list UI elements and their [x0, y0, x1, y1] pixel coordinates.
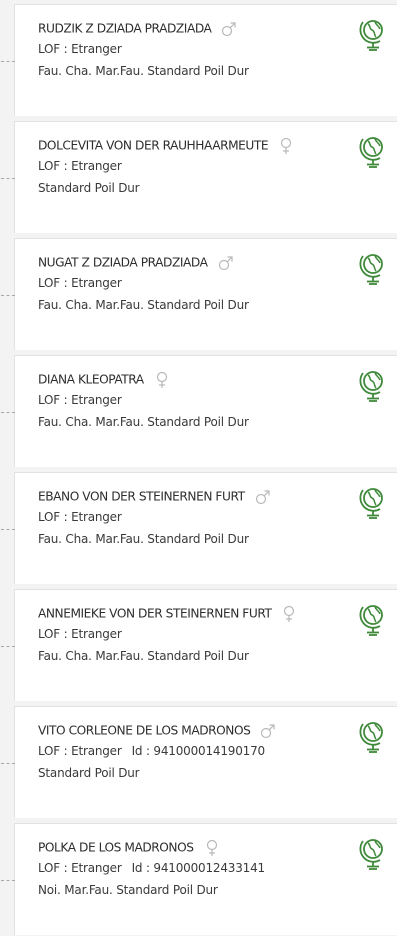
dog-card[interactable]: RUDZIK Z DZIADA PRADZIADA LOF : Etranger… — [1, 4, 397, 116]
pedigree-connector-line — [1, 295, 15, 296]
lof-text: LOF : Etranger — [38, 393, 122, 407]
dog-name[interactable]: NUGAT Z DZIADA PRADZIADA — [38, 256, 208, 270]
female-icon — [154, 371, 170, 389]
female-icon — [278, 137, 294, 155]
dog-name[interactable]: RUDZIK Z DZIADA PRADZIADA — [38, 22, 212, 36]
dog-name[interactable]: ANNEMIEKE VON DER STEINERNEN FURT — [38, 607, 272, 621]
dog-name[interactable]: EBANO VON DER STEINERNEN FURT — [38, 490, 245, 504]
dog-card[interactable]: ANNEMIEKE VON DER STEINERNEN FURT LOF : … — [1, 589, 397, 701]
dog-name-row: EBANO VON DER STEINERNEN FURT — [38, 486, 271, 504]
male-icon — [255, 488, 271, 506]
dog-details: Fau. Cha. Mar.Fau. Standard Poil Dur — [38, 532, 249, 546]
pedigree-connector-line — [1, 880, 15, 881]
pedigree-connector-line — [1, 763, 15, 764]
pedigree-connector-line — [1, 412, 15, 413]
globe-icon[interactable] — [358, 368, 388, 402]
female-icon — [281, 605, 297, 623]
dog-name[interactable]: DIANA KLEOPATRA — [38, 373, 144, 387]
pedigree-connector-line — [1, 646, 15, 647]
dog-name-row: RUDZIK Z DZIADA PRADZIADA — [38, 18, 237, 36]
lof-text: LOF : Etranger — [38, 627, 122, 641]
dog-name[interactable]: DOLCEVITA VON DER RAUHHAARMEUTE — [38, 139, 269, 153]
male-icon — [218, 254, 234, 272]
dog-details: Fau. Cha. Mar.Fau. Standard Poil Dur — [38, 64, 249, 78]
female-icon — [204, 839, 220, 857]
pedigree-list: RUDZIK Z DZIADA PRADZIADA LOF : Etranger… — [0, 0, 397, 936]
dog-card[interactable]: POLKA DE LOS MADRONOS LOF : Etranger Id :… — [1, 823, 397, 935]
male-icon — [260, 722, 276, 740]
pedigree-connector-line — [1, 178, 15, 179]
registration-line: LOF : Etranger — [38, 393, 122, 407]
globe-icon[interactable] — [358, 485, 388, 519]
dog-card[interactable]: VITO CORLEONE DE LOS MADRONOS LOF : Etra… — [1, 706, 397, 818]
registration-line: LOF : Etranger — [38, 510, 122, 524]
dog-details: Fau. Cha. Mar.Fau. Standard Poil Dur — [38, 298, 249, 312]
dog-card[interactable]: DOLCEVITA VON DER RAUHHAARMEUTE LOF : Et… — [1, 121, 397, 233]
male-icon — [221, 20, 237, 38]
lof-text: LOF : Etranger — [38, 42, 122, 56]
dog-details: Standard Poil Dur — [38, 766, 140, 780]
globe-icon[interactable] — [358, 719, 388, 753]
lof-text: LOF : Etranger — [38, 861, 122, 875]
dog-name-row: VITO CORLEONE DE LOS MADRONOS — [38, 720, 276, 738]
registration-line: LOF : Etranger — [38, 159, 122, 173]
lof-text: LOF : Etranger — [38, 744, 122, 758]
globe-icon[interactable] — [358, 602, 388, 636]
lof-text: LOF : Etranger — [38, 510, 122, 524]
id-text: Id : 941000014190170 — [131, 744, 266, 758]
globe-icon[interactable] — [358, 17, 388, 51]
dog-card[interactable]: EBANO VON DER STEINERNEN FURT LOF : Etra… — [1, 472, 397, 584]
dog-name[interactable]: POLKA DE LOS MADRONOS — [38, 841, 194, 855]
dog-card[interactable]: DIANA KLEOPATRA LOF : Etranger Fau. Cha.… — [1, 355, 397, 467]
dog-details: Standard Poil Dur — [38, 181, 140, 195]
registration-line: LOF : Etranger Id : 941000014190170 — [38, 744, 265, 758]
dog-name-row: POLKA DE LOS MADRONOS — [38, 837, 220, 857]
pedigree-connector-line — [1, 529, 15, 530]
globe-icon[interactable] — [358, 836, 388, 870]
pedigree-connector-line — [1, 61, 15, 62]
lof-text: LOF : Etranger — [38, 276, 122, 290]
dog-name-row: DOLCEVITA VON DER RAUHHAARMEUTE — [38, 135, 294, 155]
globe-icon[interactable] — [358, 134, 388, 168]
dog-name[interactable]: VITO CORLEONE DE LOS MADRONOS — [38, 724, 251, 738]
dog-name-row: DIANA KLEOPATRA — [38, 369, 170, 389]
dog-name-row: NUGAT Z DZIADA PRADZIADA — [38, 252, 234, 270]
registration-line: LOF : Etranger Id : 941000012433141 — [38, 861, 265, 875]
registration-line: LOF : Etranger — [38, 276, 122, 290]
dog-details: Fau. Cha. Mar.Fau. Standard Poil Dur — [38, 649, 249, 663]
registration-line: LOF : Etranger — [38, 42, 122, 56]
dog-details: Fau. Cha. Mar.Fau. Standard Poil Dur — [38, 415, 249, 429]
id-text: Id : 941000012433141 — [131, 861, 266, 875]
globe-icon[interactable] — [358, 251, 388, 285]
lof-text: LOF : Etranger — [38, 159, 122, 173]
dog-card[interactable]: NUGAT Z DZIADA PRADZIADA LOF : Etranger … — [1, 238, 397, 350]
registration-line: LOF : Etranger — [38, 627, 122, 641]
dog-details: Noi. Mar.Fau. Standard Poil Dur — [38, 883, 218, 897]
dog-name-row: ANNEMIEKE VON DER STEINERNEN FURT — [38, 603, 297, 623]
